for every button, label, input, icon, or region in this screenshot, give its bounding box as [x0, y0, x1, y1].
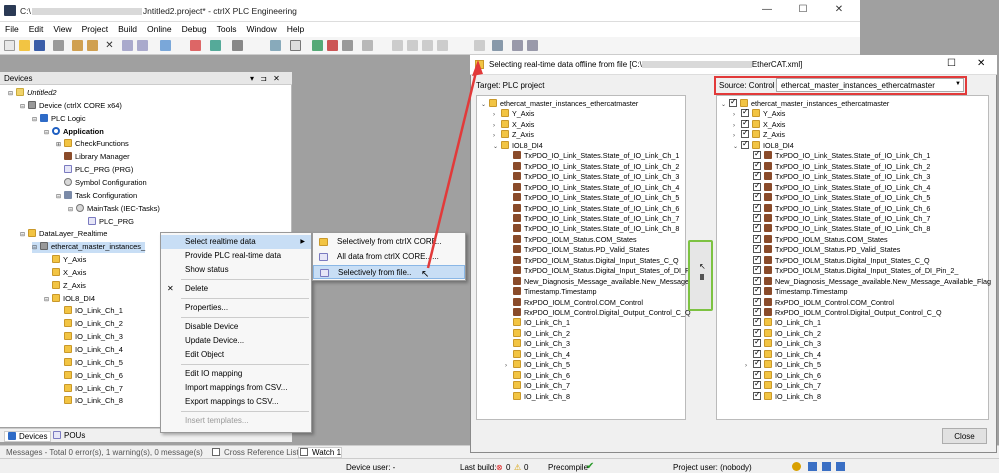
- annotation-arrow: [426, 60, 483, 269]
